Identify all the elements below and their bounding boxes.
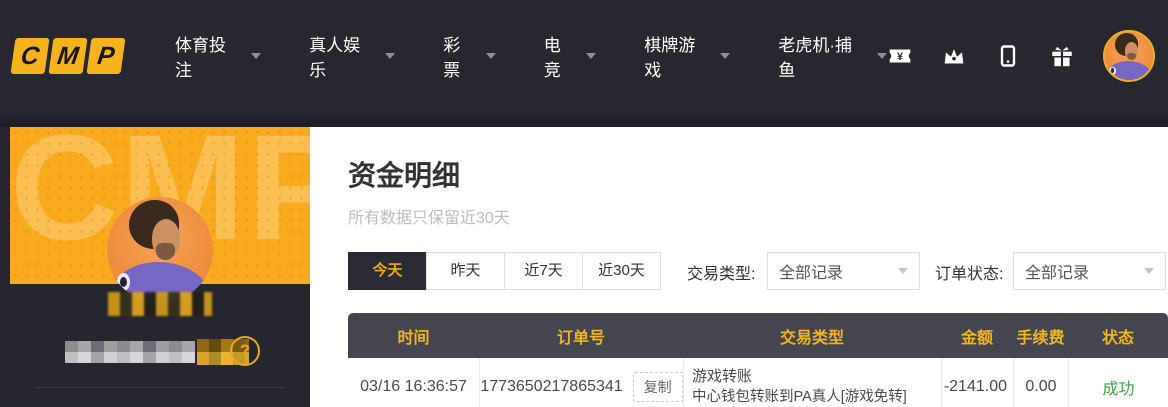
filter-controls: 今天 昨天 近7天 近30天 交易类型: 全部记录 订单状态: 全部记录 bbox=[348, 252, 1168, 290]
cell-fee: 0.00 bbox=[1013, 358, 1068, 407]
mobile-icon[interactable] bbox=[995, 43, 1021, 69]
chevron-down-icon bbox=[486, 53, 496, 59]
chevron-down-icon bbox=[251, 53, 261, 59]
nav-item-label: 电竞 bbox=[544, 31, 577, 81]
logo-letter: C bbox=[19, 42, 41, 71]
chevron-down-icon bbox=[898, 268, 908, 274]
svg-text:¥: ¥ bbox=[897, 51, 903, 63]
cell-order-no: 1773650217865341 复制 bbox=[479, 358, 683, 407]
nav-item-sports[interactable]: 体育投注 bbox=[175, 31, 261, 81]
nav-item-slots-fishing[interactable]: 老虎机·捕鱼 bbox=[778, 31, 887, 81]
transaction-type-main: 游戏转账 bbox=[692, 366, 752, 388]
transaction-type-label: 交易类型: bbox=[687, 260, 755, 284]
order-status-label: 订单状态: bbox=[935, 260, 1003, 284]
logo-tile: P bbox=[86, 38, 125, 74]
transaction-type-select[interactable]: 全部记录 bbox=[767, 252, 920, 290]
copy-button[interactable]: 复制 bbox=[633, 372, 683, 402]
voucher-icon[interactable]: ¥ bbox=[887, 43, 913, 69]
profile-sidebar: CMP ? bbox=[0, 127, 310, 407]
nav-item-lottery[interactable]: 彩票 bbox=[443, 31, 495, 81]
chevron-down-icon bbox=[1144, 268, 1154, 274]
nav-item-label: 棋牌游戏 bbox=[644, 31, 711, 81]
cell-transaction-type: 游戏转账 中心钱包转账到PA真人[游戏免转] bbox=[683, 358, 941, 407]
table-header-row: 时间 订单号 交易类型 金额 手续费 状态 bbox=[348, 313, 1168, 358]
sidebar-divider bbox=[35, 387, 285, 388]
nav-item-label: 彩票 bbox=[443, 31, 476, 81]
avatar-photo bbox=[107, 197, 213, 303]
user-avatar[interactable] bbox=[1103, 30, 1155, 82]
chevron-down-icon bbox=[720, 53, 730, 59]
logo-letter: P bbox=[96, 42, 117, 71]
nav-main-row: C M P 体育投注 真人娱乐 彩票 电竞 bbox=[0, 0, 1168, 112]
select-value: 全部记录 bbox=[1025, 259, 1089, 283]
app-window: C M P 体育投注 真人娱乐 彩票 电竞 bbox=[0, 0, 1168, 407]
help-question-badge[interactable]: ? bbox=[230, 336, 260, 366]
logo-tile: C bbox=[10, 38, 49, 74]
col-header-fee: 手续费 bbox=[1013, 313, 1068, 358]
gift-icon[interactable] bbox=[1049, 43, 1075, 69]
nav-right-actions: ¥ bbox=[887, 30, 1168, 82]
select-value: 全部记录 bbox=[779, 259, 843, 283]
table-row: 03/16 16:36:57 1773650217865341 复制 游戏转账 … bbox=[348, 358, 1168, 407]
cell-status: 成功 bbox=[1068, 358, 1168, 407]
funds-table: 时间 订单号 交易类型 金额 手续费 状态 03/16 16:36:57 177… bbox=[348, 313, 1168, 407]
nav-item-live-casino[interactable]: 真人娱乐 bbox=[309, 31, 395, 81]
transaction-type-detail: 中心钱包转账到PA真人[游戏免转] bbox=[692, 387, 907, 407]
cell-amount: -2141.00 bbox=[941, 358, 1013, 407]
cell-time: 03/16 16:36:57 bbox=[348, 358, 479, 407]
profile-avatar[interactable] bbox=[107, 197, 213, 303]
nav-item-label: 体育投注 bbox=[175, 31, 242, 81]
main-menu: 体育投注 真人娱乐 彩票 电竞 棋牌游戏 bbox=[175, 31, 887, 81]
avatar-redacted-overlay bbox=[108, 292, 212, 316]
col-header-amount: 金额 bbox=[941, 313, 1013, 358]
logo-letter: M bbox=[56, 42, 81, 71]
logo-tile: M bbox=[48, 38, 87, 74]
chevron-down-icon bbox=[586, 53, 596, 59]
avatar-photo bbox=[1105, 32, 1153, 80]
page-subtitle: 所有数据只保留近30天 bbox=[348, 204, 510, 228]
username-redacted bbox=[65, 341, 195, 363]
chevron-down-icon bbox=[385, 53, 395, 59]
chevron-down-icon bbox=[877, 53, 887, 59]
tab-yesterday[interactable]: 昨天 bbox=[426, 252, 505, 290]
tab-today[interactable]: 今天 bbox=[348, 252, 427, 290]
nav-item-label: 真人娱乐 bbox=[309, 31, 376, 81]
nav-item-card-games[interactable]: 棋牌游戏 bbox=[644, 31, 730, 81]
col-header-time: 时间 bbox=[348, 313, 479, 358]
top-nav: C M P 体育投注 真人娱乐 彩票 电竞 bbox=[0, 0, 1168, 127]
date-range-tabs: 今天 昨天 近7天 近30天 bbox=[348, 252, 661, 290]
col-header-type: 交易类型 bbox=[683, 313, 941, 358]
main-content: 资金明细 所有数据只保留近30天 今天 昨天 近7天 近30天 交易类型: 全部… bbox=[310, 127, 1168, 407]
order-status-select[interactable]: 全部记录 bbox=[1013, 252, 1166, 290]
tab-last-7-days[interactable]: 近7天 bbox=[504, 252, 583, 290]
order-number: 1773650217865341 bbox=[480, 378, 622, 396]
nav-item-esports[interactable]: 电竞 bbox=[544, 31, 596, 81]
col-header-order-no: 订单号 bbox=[479, 313, 683, 358]
crown-icon[interactable] bbox=[941, 43, 967, 69]
nav-bottom-strip bbox=[0, 112, 1168, 127]
brand-logo[interactable]: C M P bbox=[13, 38, 123, 74]
page-title: 资金明细 bbox=[348, 154, 460, 194]
nav-item-label: 老虎机·捕鱼 bbox=[778, 31, 868, 81]
tab-last-30-days[interactable]: 近30天 bbox=[582, 252, 661, 290]
col-header-status: 状态 bbox=[1068, 313, 1168, 358]
